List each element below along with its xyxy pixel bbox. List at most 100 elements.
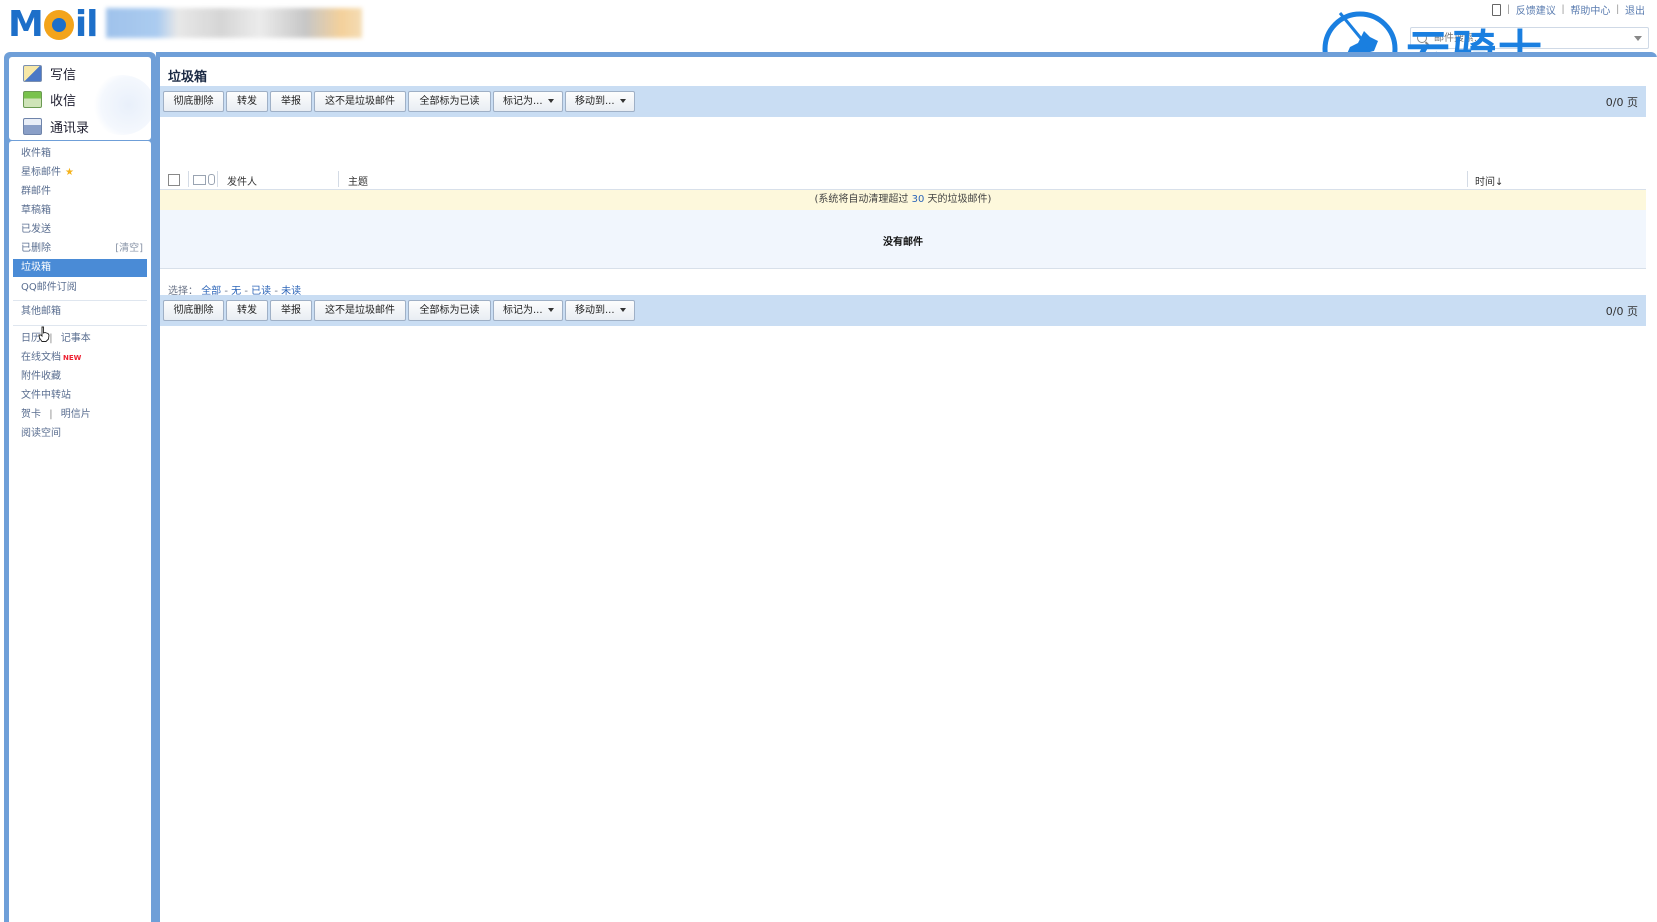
online-docs-link[interactable]: 在线文档 NEW — [13, 349, 147, 367]
header: M il | 反馈建议 | 帮助中心 | 退出 — [0, 0, 1657, 54]
logo-text-il: il — [74, 3, 99, 45]
search-icon[interactable] — [1417, 33, 1427, 43]
folder-starred[interactable]: 星标邮件 ★ — [13, 164, 147, 182]
delete-permanently-button[interactable]: 彻底删除 — [163, 91, 224, 112]
forward-button[interactable]: 转发 — [226, 300, 268, 321]
notice-prefix: (系统将自动清理超过 — [814, 194, 912, 205]
divider — [13, 325, 147, 326]
chevron-down-icon — [619, 308, 626, 312]
attachments-label: 附件收藏 — [21, 371, 61, 382]
folder-list: 收件箱 星标邮件 ★ 群邮件 草稿箱 已发送 已删除 [清空] 垃圾箱 QQ邮件订… — [9, 141, 151, 922]
folder-label: QQ邮件订阅 — [21, 282, 77, 293]
reading-space-label: 阅读空间 — [21, 428, 61, 439]
folder-label: 草稿箱 — [21, 205, 51, 216]
contacts-label: 通讯录 — [50, 120, 90, 136]
left-sidebar: 写信 收信 通讯录 收件箱 星标邮件 ★ 群邮件 草稿箱 已发送 已删除 [清空] — [4, 52, 156, 922]
folder-label: 已发送 — [21, 224, 51, 235]
new-badge: NEW — [63, 354, 82, 362]
attachment-clip-icon[interactable] — [208, 174, 215, 185]
mark-all-read-button[interactable]: 全部标为已读 — [408, 300, 491, 321]
contacts-icon — [23, 117, 42, 135]
phone-icon[interactable] — [1492, 3, 1502, 16]
folder-label: 收件箱 — [21, 148, 51, 159]
not-spam-button[interactable]: 这不是垃圾邮件 — [314, 91, 406, 112]
notice-days: 30 — [911, 194, 925, 205]
folder-label: 已删除 — [21, 243, 51, 254]
folder-qq-subscription[interactable]: QQ邮件订阅 — [13, 279, 147, 297]
folder-deleted[interactable]: 已删除 [清空] — [13, 240, 147, 258]
toolbar-top: 彻底删除 转发 举报 这不是垃圾邮件 全部标为已读 标记为... 移动到... … — [160, 86, 1646, 117]
mail-list-content: 垃圾箱 彻底删除 转发 举报 这不是垃圾邮件 全部标为已读 标记为... 移动到… — [160, 57, 1657, 922]
receive-mail-button[interactable]: 收信 — [23, 88, 76, 110]
chevron-down-icon — [547, 99, 554, 103]
report-button[interactable]: 举报 — [270, 300, 312, 321]
notebook-link[interactable]: 记事本 — [61, 333, 91, 344]
compose-button[interactable]: 写信 — [23, 62, 76, 84]
mark-as-dropdown[interactable]: 标记为... — [493, 91, 563, 112]
folder-drafts[interactable]: 草稿箱 — [13, 202, 147, 220]
subject-column-header[interactable]: 主题 — [348, 173, 368, 188]
move-to-dropdown[interactable]: 移动到... — [565, 91, 635, 112]
logo-text-m: M — [8, 3, 44, 45]
select-all-checkbox[interactable] — [168, 174, 180, 186]
postcard-link[interactable]: 明信片 — [61, 409, 91, 420]
other-mailboxes[interactable]: 其他邮箱 — [13, 303, 147, 321]
folder-label: 群邮件 — [21, 186, 51, 197]
qq-mail-logo[interactable]: M il — [8, 3, 99, 45]
mark-as-label: 标记为... — [503, 96, 543, 107]
chevron-down-icon[interactable] — [1634, 35, 1642, 41]
envelope-icon[interactable] — [193, 175, 206, 185]
compose-label: 写信 — [50, 67, 77, 83]
folder-group-mail[interactable]: 群邮件 — [13, 183, 147, 201]
star-icon: ★ — [65, 167, 74, 178]
logo-o-icon — [43, 10, 74, 40]
decorative-qq-image — [89, 75, 151, 135]
logout-link[interactable]: 退出 — [1625, 2, 1645, 17]
page-indicator: 0/0 页 — [1605, 96, 1638, 109]
folder-inbox[interactable]: 收件箱 — [13, 145, 147, 163]
contacts-button[interactable]: 通讯录 — [23, 115, 89, 137]
greeting-card-link[interactable]: 贺卡 — [21, 409, 41, 420]
compose-icon — [23, 64, 42, 82]
account-info-blurred — [106, 8, 362, 38]
tools-row-cards: 贺卡 | 明信片 — [13, 406, 147, 424]
forward-button[interactable]: 转发 — [226, 91, 268, 112]
mail-search-input[interactable] — [1432, 31, 1626, 45]
empty-trash-link[interactable]: [清空] — [115, 240, 143, 258]
mark-all-read-button[interactable]: 全部标为已读 — [408, 91, 491, 112]
help-center-link[interactable]: 帮助中心 — [1570, 2, 1610, 17]
feedback-link[interactable]: 反馈建议 — [1516, 2, 1556, 17]
chevron-down-icon — [547, 308, 554, 312]
other-mailboxes-label: 其他邮箱 — [21, 306, 61, 317]
divider — [13, 300, 147, 301]
main-panel: 垃圾箱 彻底删除 转发 举报 这不是垃圾邮件 全部标为已读 标记为... 移动到… — [156, 52, 1657, 922]
file-transfer-link[interactable]: 文件中转站 — [13, 387, 147, 405]
folder-sent[interactable]: 已发送 — [13, 221, 147, 239]
column-separator — [188, 171, 189, 187]
attachments-link[interactable]: 附件收藏 — [13, 368, 147, 386]
hand-cursor-icon — [38, 326, 50, 342]
folder-spam[interactable]: 垃圾箱 — [13, 259, 147, 277]
time-column-header[interactable]: 时间↓ — [1475, 173, 1503, 188]
mark-as-dropdown[interactable]: 标记为... — [493, 300, 563, 321]
tool-separator: | — [49, 409, 53, 420]
auto-clean-notice: (系统将自动清理超过 30 天的垃圾邮件) — [160, 190, 1646, 210]
empty-mail-area: 没有邮件 — [160, 210, 1646, 269]
column-separator — [217, 171, 218, 187]
move-to-dropdown[interactable]: 移动到... — [565, 300, 635, 321]
inbox-download-icon — [23, 90, 42, 108]
sender-column-header[interactable]: 发件人 — [227, 173, 257, 188]
column-separator — [338, 171, 339, 187]
not-spam-button[interactable]: 这不是垃圾邮件 — [314, 300, 406, 321]
receive-label: 收信 — [50, 93, 77, 109]
move-to-label: 移动到... — [575, 305, 615, 316]
link-separator: | — [1561, 4, 1565, 15]
link-separator: | — [1616, 4, 1619, 15]
delete-permanently-button[interactable]: 彻底删除 — [163, 300, 224, 321]
page-title: 垃圾箱 — [168, 69, 208, 84]
mail-search-box[interactable] — [1410, 27, 1649, 49]
mark-as-label: 标记为... — [503, 305, 543, 316]
column-separator — [1467, 171, 1468, 187]
report-button[interactable]: 举报 — [270, 91, 312, 112]
reading-space-link[interactable]: 阅读空间 — [13, 425, 147, 443]
